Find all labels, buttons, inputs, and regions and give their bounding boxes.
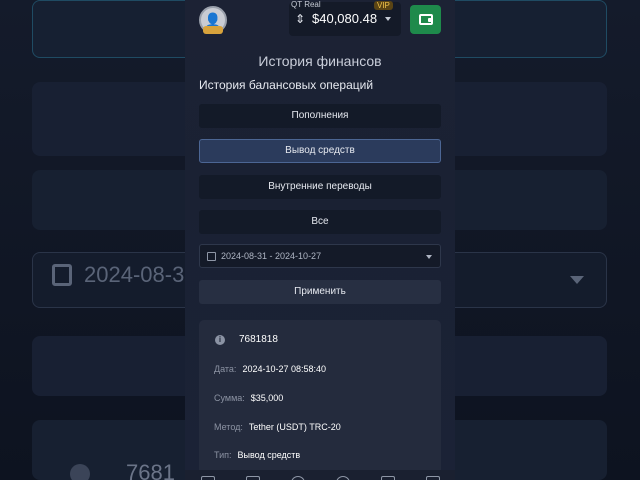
row-label: Тип: [214,450,232,460]
chevron-down-icon[interactable] [385,17,391,21]
row-value: 2024-10-27 08:58:40 [242,364,327,374]
swap-arrows-icon: ⇕ [295,12,306,26]
filter-withdrawals[interactable]: Вывод средств [199,139,441,163]
account-type-label: QT Real [291,0,321,9]
nav-more-icon[interactable] [425,476,440,480]
transaction-row-amount: Сумма: $35,000 [214,393,283,403]
nav-deals-icon[interactable] [245,476,260,480]
section-subtitle: История балансовых операций [199,78,374,92]
row-label: Дата: [214,364,237,374]
date-range-value: 2024-08-31 - 2024-10-27 [221,251,322,261]
chevron-down-icon [426,255,432,259]
page-title: История финансов [258,53,382,69]
nav-history-icon[interactable] [290,476,305,480]
top-bar: 👤 QT Real VIP ⇕ $40,080.48 [185,0,455,40]
transaction-id: 7681818 [239,334,278,345]
nav-trade-icon[interactable] [200,476,215,480]
row-value: Вывод средств [237,450,301,460]
nav-market-icon[interactable] [380,476,395,480]
filter-all[interactable]: Все [199,210,441,234]
chevron-down-icon [570,276,584,284]
nav-support-icon[interactable] [335,476,350,480]
row-label: Метод: [214,422,243,432]
date-range-picker[interactable]: 2024-08-31 - 2024-10-27 [199,244,441,268]
row-value: Tether (USDT) TRC-20 [248,422,341,432]
transaction-row-date: Дата: 2024-10-27 08:58:40 [214,364,326,374]
filter-internal-transfers[interactable]: Внутренние переводы [199,175,441,199]
finance-history-panel: 👤 QT Real VIP ⇕ $40,080.48 История финан… [185,0,455,480]
filter-deposits[interactable]: Пополнения [199,104,441,128]
transaction-row-type: Тип: Вывод средств [214,450,300,460]
wallet-icon [418,14,433,25]
transaction-card: i 7681818 Дата: 2024-10-27 08:58:40 Сумма… [199,320,441,480]
transaction-row-method: Метод: Tether (USDT) TRC-20 [214,422,341,432]
bottom-nav [185,470,455,480]
bg-date-range: 2024-08-3 [52,262,184,288]
row-value: $35,000 [250,393,284,403]
bg-date-text: 2024-08-3 [84,262,185,287]
info-icon [70,464,90,480]
calendar-icon [52,264,72,286]
balance-value: $40,080.48 [312,11,378,26]
vip-badge: VIP [374,1,393,10]
apply-button[interactable]: Применить [199,280,441,304]
row-label: Сумма: [214,393,245,403]
info-icon[interactable]: i [215,335,225,345]
bg-transaction-id: 7681 [126,460,175,480]
calendar-icon [207,252,216,261]
wallet-button[interactable] [410,5,441,34]
level-badge [203,26,223,34]
